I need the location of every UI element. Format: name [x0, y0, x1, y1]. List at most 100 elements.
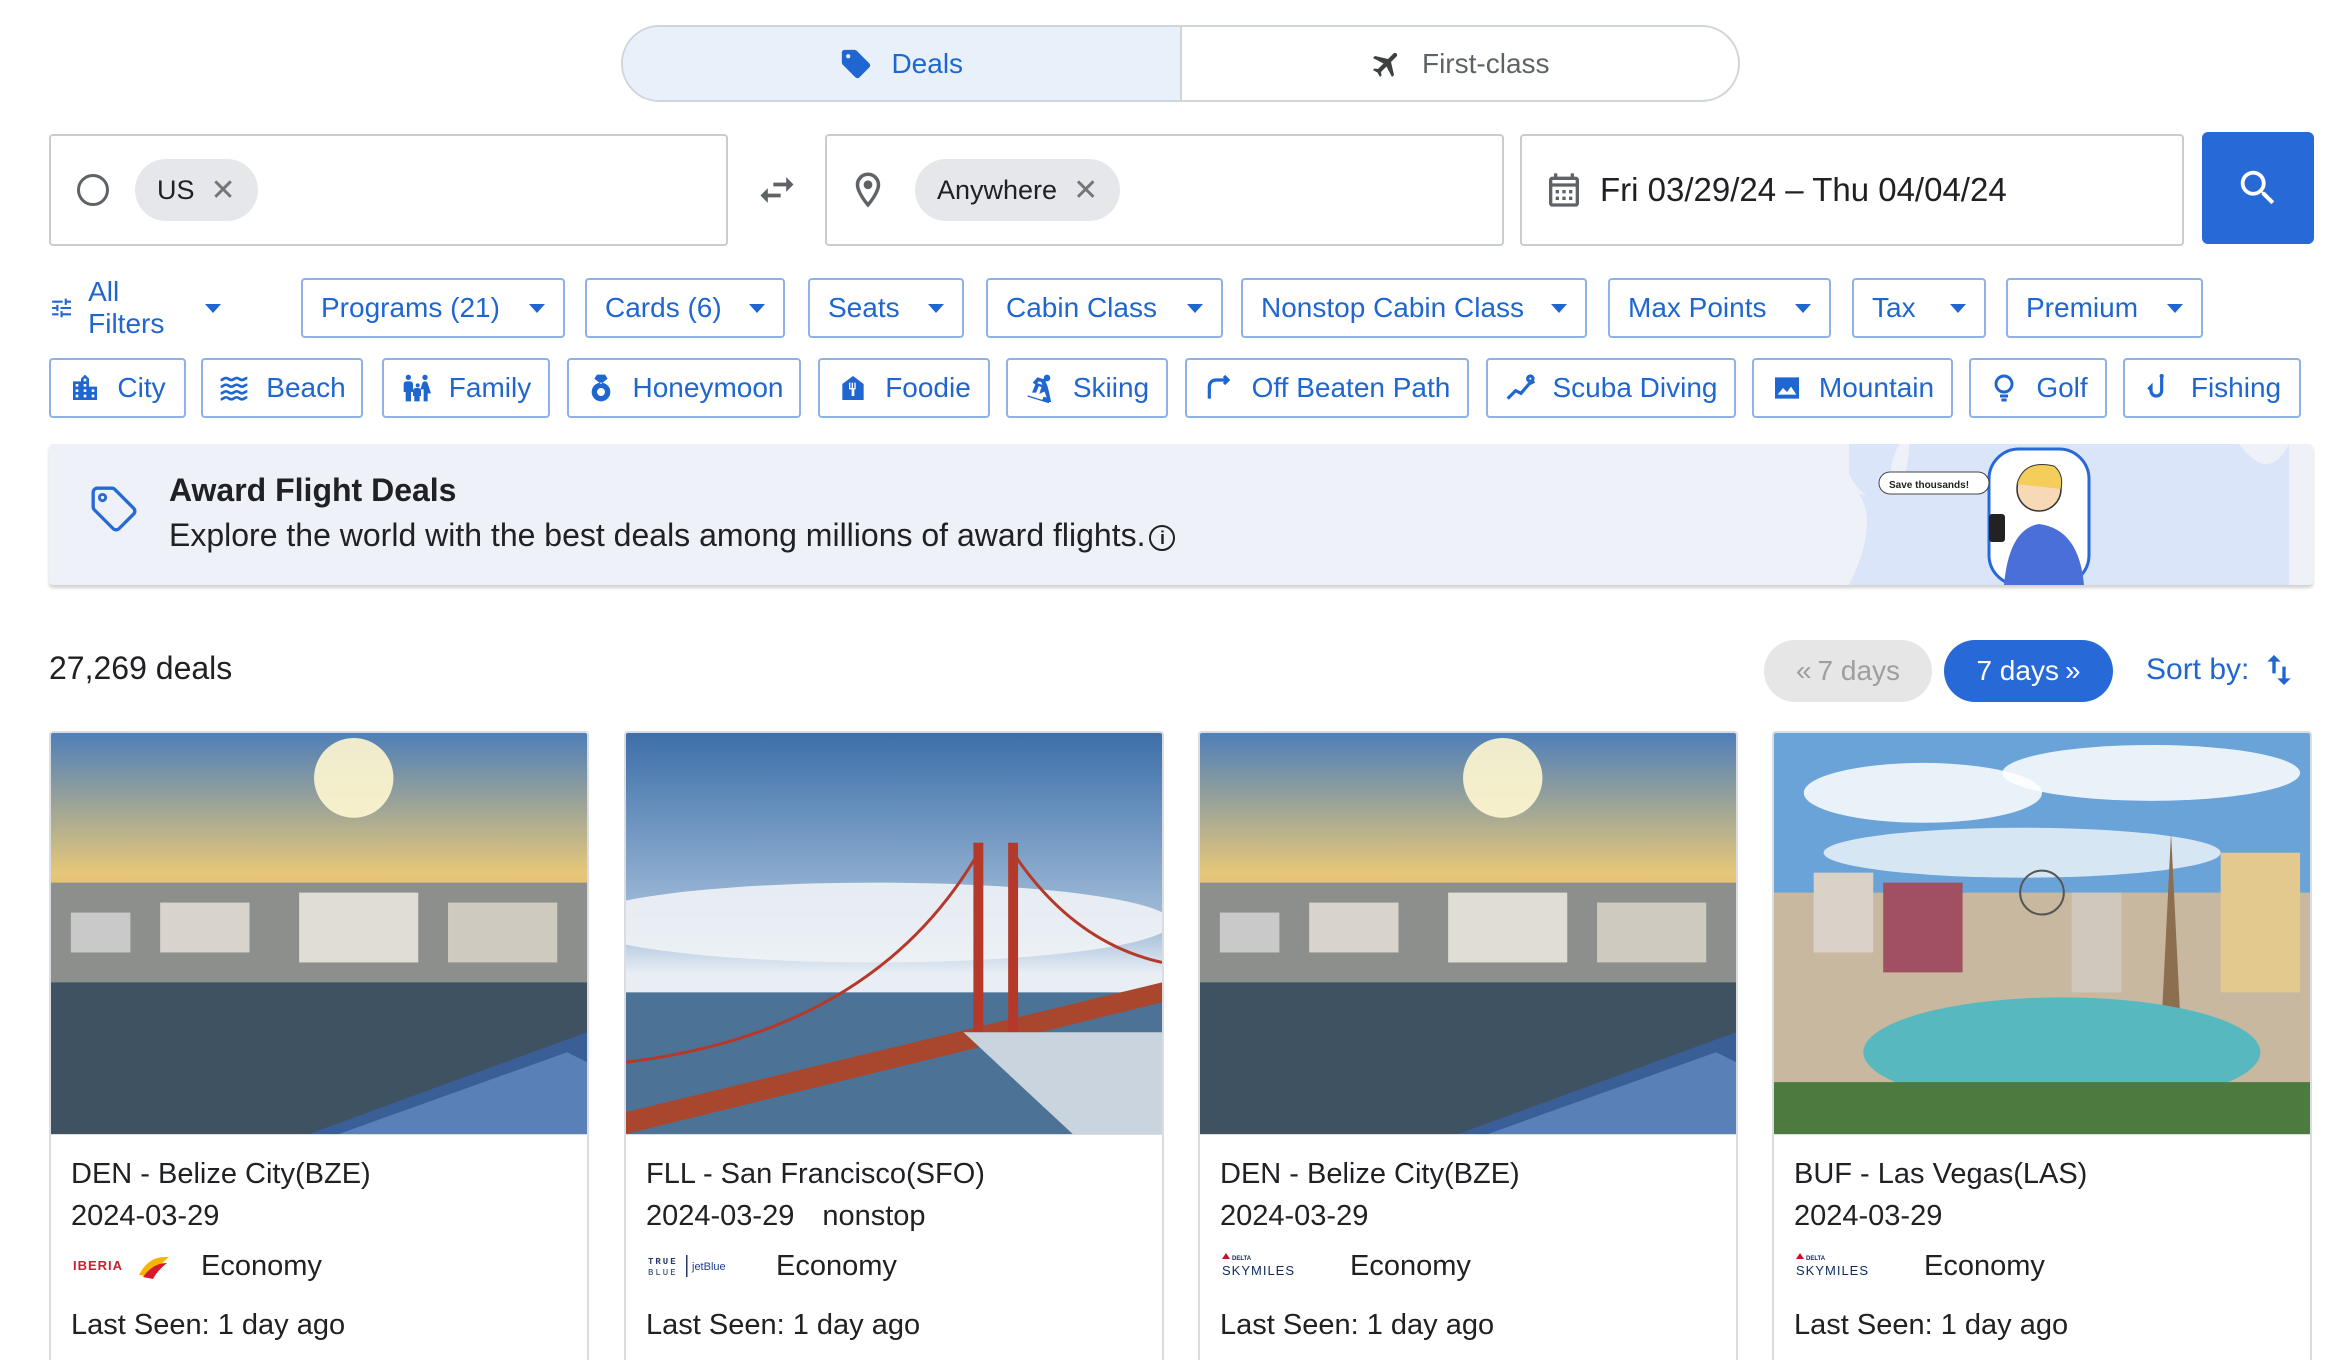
origin-field[interactable]: US ✕	[49, 134, 728, 246]
fish-hook-icon	[2147, 373, 2164, 398]
category-mountain[interactable]: Mountain	[1752, 358, 1953, 418]
tax-dropdown[interactable]: Tax	[1852, 278, 1986, 338]
date-value: 2024-03-29	[646, 1200, 795, 1232]
iberia-logo: IBERIA	[73, 1256, 169, 1279]
date-value: 2024-03-29	[1220, 1200, 1369, 1232]
svg-text:DELTA: DELTA	[1232, 1256, 1252, 1262]
dropdown-label: Programs (21)	[321, 292, 500, 323]
mode-tabs: Deals First-class	[621, 25, 1740, 102]
location-pin-icon	[855, 172, 881, 208]
svg-text:DELTA: DELTA	[1806, 1256, 1826, 1262]
destination-photo	[51, 733, 587, 1135]
airplane-icon	[1372, 52, 1398, 77]
destination-photo	[626, 733, 1162, 1135]
all-filters-button[interactable]: All Filters	[49, 276, 222, 339]
banner-title: Award Flight Deals	[169, 472, 457, 508]
category-honeymoon[interactable]: Honeymoon	[567, 358, 801, 418]
category-label: Family	[448, 372, 532, 403]
award-deals-banner: Award Flight Deals Explore the world wit…	[49, 444, 2313, 585]
deal-card[interactable]: DEN - Belize City(BZE) 2024-03-29 IBERIA…	[49, 731, 589, 1360]
tab-first-class[interactable]: First-class	[1182, 27, 1739, 100]
date-value: 2024-03-29	[1794, 1200, 1943, 1232]
svg-text:BLUE: BLUE	[648, 1268, 678, 1278]
prev-7-days-button[interactable]: « 7 days	[1764, 640, 1932, 702]
search-icon	[2240, 170, 2275, 205]
premium-dropdown[interactable]: Premium	[2006, 278, 2203, 338]
category-label: Foodie	[885, 372, 971, 403]
chevron-down-icon	[529, 303, 545, 313]
golf-ball-icon	[1994, 374, 2014, 402]
cabin-text: Economy	[776, 1250, 897, 1282]
last-seen-text: Last Seen: 1 day ago	[1220, 1309, 1495, 1341]
tab-deals-label: Deals	[891, 47, 964, 79]
category-fishing[interactable]: Fishing	[2123, 358, 2301, 418]
tab-first-class-label: First-class	[1421, 47, 1550, 79]
banner-subtitle-text: Explore the world with the best deals am…	[169, 517, 1146, 553]
date-text: 2024-03-29	[1794, 1200, 1942, 1233]
route-icon	[1207, 374, 1230, 399]
search-button[interactable]	[2202, 132, 2314, 244]
category-skiing[interactable]: Skiing	[1006, 358, 1168, 418]
city-icon	[73, 374, 98, 400]
sort-button[interactable]: Sort by:	[2146, 648, 2299, 692]
info-icon[interactable]: i	[1149, 524, 1176, 551]
destination-chip-label: Anywhere	[937, 174, 1058, 205]
category-label: Golf	[2036, 372, 2088, 403]
category-foodie[interactable]: Foodie	[818, 358, 990, 418]
cabin-class-dropdown[interactable]: Cabin Class	[986, 278, 1223, 338]
dropdown-label: Premium	[2026, 292, 2139, 323]
category-label: City	[117, 372, 166, 403]
last-seen-text: Last Seen: 1 day ago	[1794, 1309, 2069, 1341]
mountain-icon	[1774, 377, 1799, 399]
calendar-icon	[1549, 173, 1579, 207]
category-city[interactable]: City	[49, 358, 186, 418]
next-7-days-button[interactable]: 7 days »	[1944, 640, 2113, 702]
category-beach[interactable]: Beach	[201, 358, 363, 418]
deal-card[interactable]: DEN - Belize City(BZE) 2024-03-29 DELTA …	[1198, 731, 1738, 1360]
deal-card[interactable]: FLL - San Francisco(SFO) 2024-03-29 nonst…	[624, 731, 1164, 1360]
nonstop-text: nonstop	[822, 1200, 926, 1232]
close-icon[interactable]: ✕	[211, 173, 236, 208]
nonstop-cabin-class-dropdown[interactable]: Nonstop Cabin Class	[1241, 278, 1587, 338]
category-scuba-diving[interactable]: Scuba Diving	[1486, 358, 1736, 418]
skiing-icon	[1027, 374, 1052, 404]
dropdown-label: Cards (6)	[605, 292, 722, 323]
category-label: Honeymoon	[632, 372, 784, 403]
destination-photo	[1774, 733, 2310, 1135]
dropdown-label: Max Points	[1628, 292, 1767, 323]
sliders-icon	[52, 298, 71, 318]
date-range-field[interactable]: Fri 03/29/24 – Thu 04/04/24	[1520, 134, 2184, 246]
dropdown-label: Cabin Class	[1006, 292, 1157, 323]
deals-count: 27,269 deals	[49, 650, 233, 686]
scuba-icon	[1506, 374, 1535, 400]
svg-text:TRUE: TRUE	[648, 1257, 678, 1267]
sort-arrows-icon	[2267, 655, 2292, 685]
max-points-dropdown[interactable]: Max Points	[1608, 278, 1831, 338]
category-family[interactable]: Family	[382, 358, 550, 418]
category-label: Off Beaten Path	[1251, 372, 1451, 403]
seats-dropdown[interactable]: Seats	[808, 278, 964, 338]
deal-card[interactable]: BUF - Las Vegas(LAS) 2024-03-29 DELTA SK…	[1772, 731, 2312, 1360]
last-seen-text: Last Seen: 1 day ago	[71, 1309, 346, 1341]
category-golf[interactable]: Golf	[1969, 358, 2107, 418]
category-label: Fishing	[2190, 372, 2282, 403]
chevron-down-icon	[1795, 303, 1811, 313]
cards-dropdown[interactable]: Cards (6)	[585, 278, 785, 338]
restaurant-icon	[842, 376, 864, 400]
category-off-beaten-path[interactable]: Off Beaten Path	[1185, 358, 1469, 418]
category-label: Scuba Diving	[1552, 372, 1718, 403]
origin-chip[interactable]: US ✕	[135, 159, 258, 221]
radio-icon	[77, 174, 109, 206]
destination-chip[interactable]: Anywhere ✕	[915, 159, 1121, 221]
close-icon[interactable]: ✕	[1073, 173, 1098, 208]
cabin-text: Economy	[1924, 1250, 2045, 1282]
svg-text:IBERIA: IBERIA	[73, 1258, 123, 1273]
double-chevron-right-icon: »	[2064, 655, 2081, 686]
tab-deals[interactable]: Deals	[623, 27, 1182, 100]
swap-icon[interactable]	[755, 168, 799, 212]
origin-chip-label: US	[157, 174, 195, 205]
programs-dropdown[interactable]: Programs (21)	[301, 278, 565, 338]
sort-label: Sort by:	[2146, 653, 2250, 686]
chevron-down-icon	[205, 303, 222, 313]
destination-field[interactable]: Anywhere ✕	[825, 134, 1504, 246]
